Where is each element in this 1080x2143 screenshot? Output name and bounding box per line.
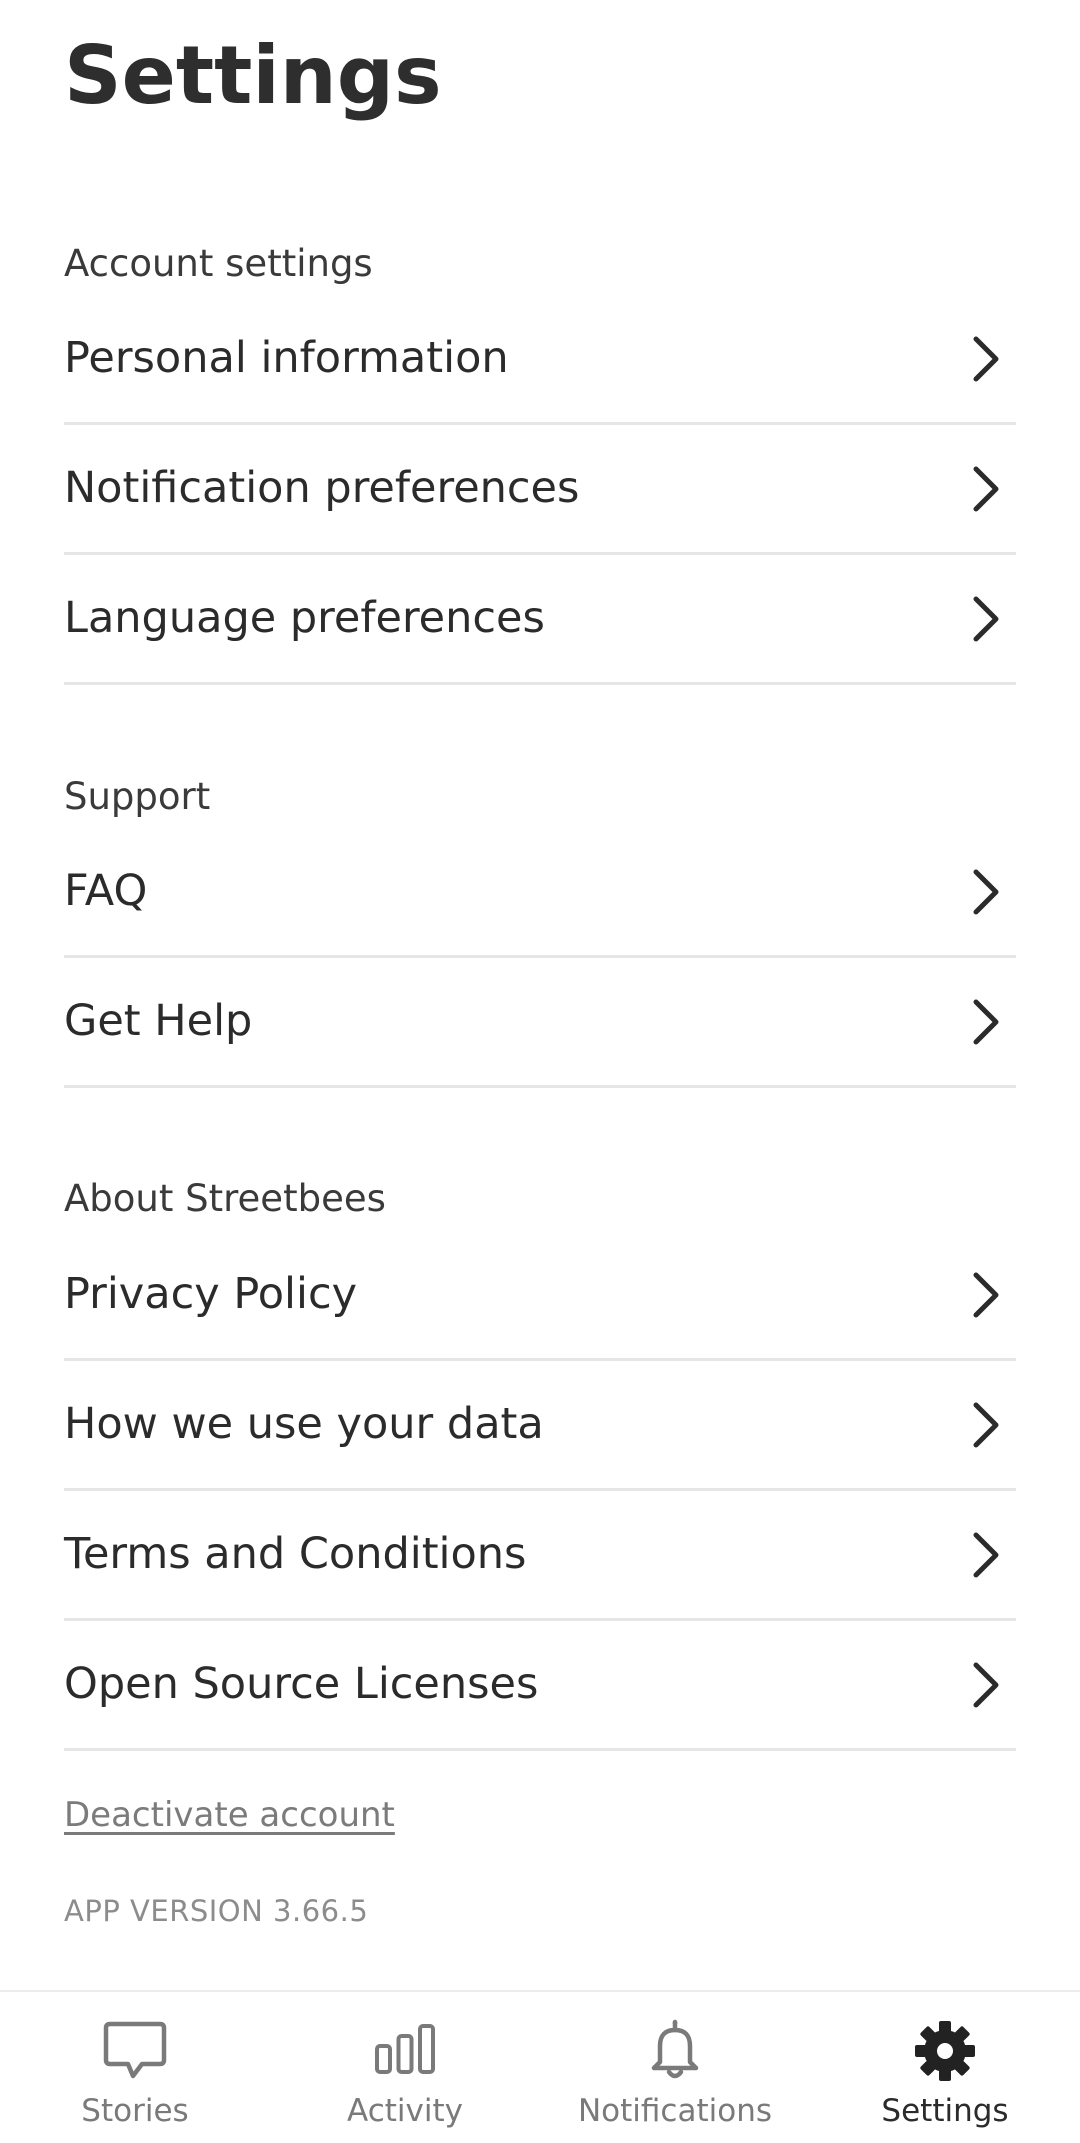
- settings-item-label: Language preferences: [64, 593, 545, 643]
- section-title-about-streetbees: About Streetbees: [64, 1177, 386, 1220]
- settings-item-label: Get Help: [64, 996, 253, 1046]
- chevron-right-icon: [973, 466, 999, 512]
- settings-item-privacy-policy[interactable]: Privacy Policy: [64, 1231, 1016, 1361]
- chevron-right-icon: [973, 999, 999, 1045]
- settings-item-label: FAQ: [64, 866, 148, 916]
- app-version-text: APP VERSION 3.66.5: [64, 1894, 369, 1928]
- nav-tab-label: Settings: [881, 2093, 1009, 2129]
- page-title: Settings: [64, 29, 442, 122]
- settings-item-faq[interactable]: FAQ: [64, 828, 1016, 958]
- nav-tab-stories[interactable]: Stories: [0, 1992, 270, 2143]
- nav-tab-label: Activity: [347, 2093, 463, 2129]
- settings-item-label: How we use your data: [64, 1399, 544, 1449]
- settings-item-personal-information[interactable]: Personal information: [64, 295, 1016, 425]
- chevron-right-icon: [973, 1272, 999, 1318]
- chat-bubble-icon: [103, 2021, 167, 2079]
- nav-tab-label: Notifications: [577, 2093, 773, 2129]
- chevron-right-icon: [973, 1532, 999, 1578]
- gear-icon: [915, 2021, 975, 2081]
- settings-item-get-help[interactable]: Get Help: [64, 958, 1016, 1088]
- settings-item-label: Personal information: [64, 333, 509, 383]
- chevron-right-icon: [973, 336, 999, 382]
- nav-tab-settings[interactable]: Settings: [810, 1992, 1080, 2143]
- chevron-right-icon: [973, 1662, 999, 1708]
- settings-item-language-preferences[interactable]: Language preferences: [64, 555, 1016, 685]
- nav-tab-activity[interactable]: Activity: [270, 1992, 540, 2143]
- settings-item-terms-and-conditions[interactable]: Terms and Conditions: [64, 1491, 1016, 1621]
- settings-item-label: Privacy Policy: [64, 1269, 358, 1319]
- settings-item-label: Notification preferences: [64, 463, 580, 513]
- settings-item-label: Terms and Conditions: [64, 1529, 527, 1579]
- nav-tab-label: Stories: [81, 2093, 189, 2129]
- bell-icon: [651, 2019, 699, 2079]
- settings-screen: Settings Account settings Personal infor…: [0, 0, 1080, 1990]
- bottom-navigation-bar: Stories Activity Notifications Settings: [0, 1990, 1080, 2141]
- settings-item-label: Open Source Licenses: [64, 1659, 539, 1709]
- settings-item-notification-preferences[interactable]: Notification preferences: [64, 425, 1016, 555]
- bar-chart-icon: [375, 2024, 435, 2074]
- settings-item-open-source-licenses[interactable]: Open Source Licenses: [64, 1621, 1016, 1751]
- nav-tab-notifications[interactable]: Notifications: [540, 1992, 810, 2143]
- settings-item-how-we-use-your-data[interactable]: How we use your data: [64, 1361, 1016, 1491]
- chevron-right-icon: [973, 596, 999, 642]
- chevron-right-icon: [973, 869, 999, 915]
- section-title-account-settings: Account settings: [64, 242, 373, 285]
- section-title-support: Support: [64, 775, 211, 818]
- chevron-right-icon: [973, 1402, 999, 1448]
- deactivate-account-link[interactable]: Deactivate account: [64, 1798, 395, 1832]
